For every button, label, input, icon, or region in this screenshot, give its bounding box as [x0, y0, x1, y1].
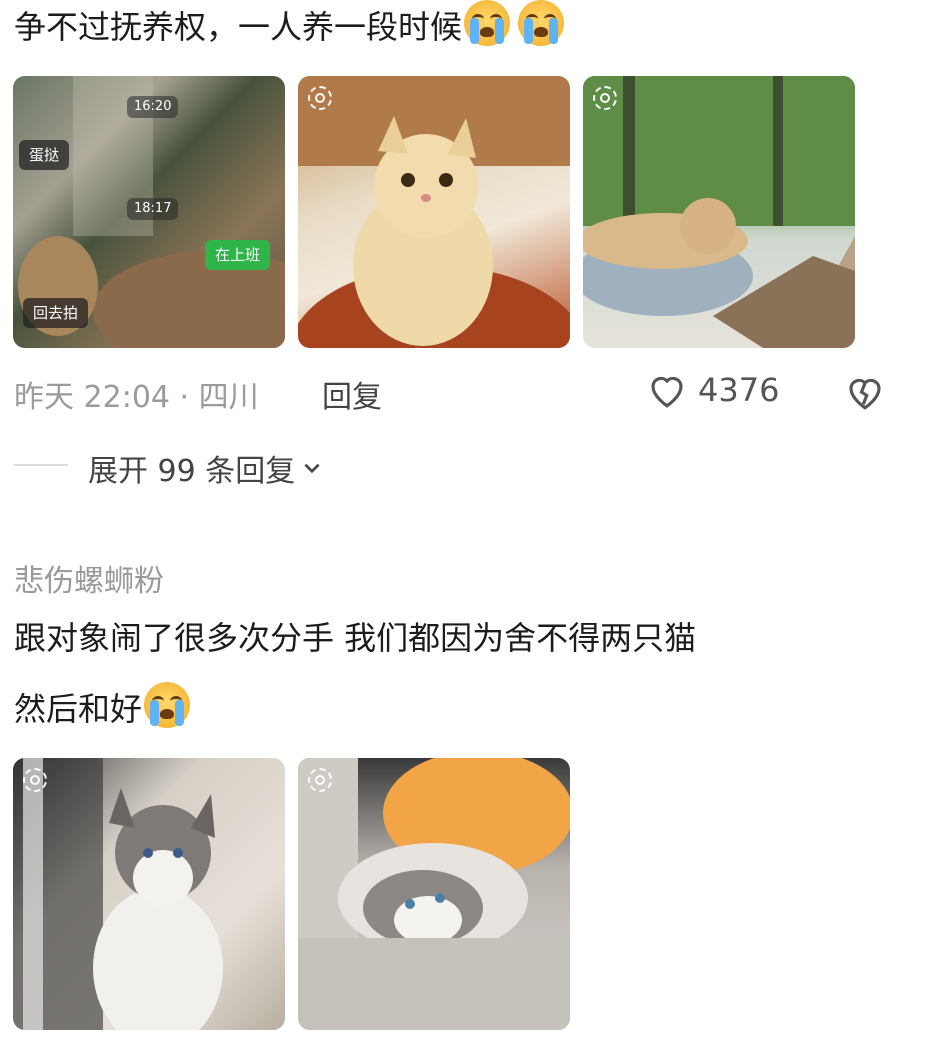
- comment-username[interactable]: 悲伤螺蛳粉: [14, 556, 164, 600]
- like-button[interactable]: 4376: [646, 370, 779, 410]
- divider-line: [14, 464, 68, 466]
- live-photo-icon: [23, 768, 47, 792]
- crying-face-icon: [464, 0, 511, 46]
- comment-image-1[interactable]: 16:20 蛋挞 18:17 在上班 回去拍: [13, 76, 285, 348]
- chat-bubble: 回去拍: [23, 298, 89, 328]
- reply-button[interactable]: 回复: [322, 372, 382, 416]
- chat-bubble: 蛋挞: [19, 140, 70, 170]
- comment-meta: 昨天 22:04 · 四川: [14, 380, 259, 415]
- heart-outline-icon: [651, 376, 683, 408]
- expand-replies[interactable]: 展开 99 条回复: [88, 446, 323, 490]
- comment-text-content: 争不过抚养权，一人养一段时候: [14, 8, 463, 46]
- comment-text-line-1: 跟对象闹了很多次分手 我们都因为舍不得两只猫: [14, 619, 697, 657]
- live-photo-icon: [593, 86, 617, 110]
- comment-image-5[interactable]: [298, 758, 570, 1030]
- comment-image-3[interactable]: [583, 76, 855, 348]
- comment-image-4[interactable]: [13, 758, 285, 1030]
- dislike-button[interactable]: [844, 372, 886, 416]
- timestamp-chip: 16:20: [127, 96, 179, 118]
- comment-text-line-2: 然后和好: [14, 682, 191, 729]
- crying-face-icon: [518, 0, 565, 46]
- expand-replies-label: 展开 99 条回复: [88, 454, 296, 489]
- timestamp-chip: 18:17: [127, 198, 179, 220]
- comment-image-2[interactable]: [298, 76, 570, 348]
- chat-bubble: 在上班: [205, 240, 271, 270]
- comment-text: 争不过抚养权，一人养一段时候: [14, 0, 565, 47]
- comment-text-content: 然后和好: [14, 690, 143, 728]
- broken-heart-icon: [849, 378, 881, 410]
- crying-face-icon: [144, 682, 191, 728]
- chevron-down-icon: [304, 463, 320, 474]
- live-photo-icon: [308, 768, 332, 792]
- like-count: 4376: [698, 371, 780, 409]
- live-photo-icon: [308, 86, 332, 110]
